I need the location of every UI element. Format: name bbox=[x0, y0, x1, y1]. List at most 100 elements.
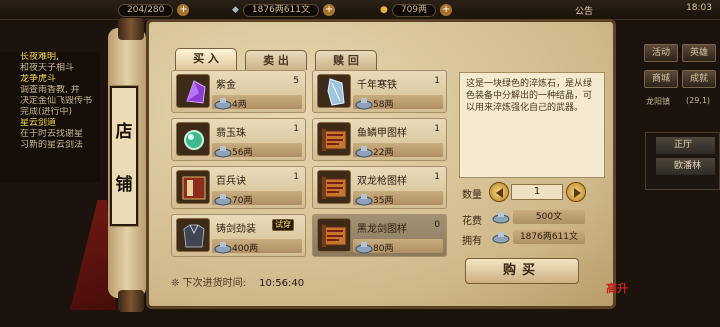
cost-label: 花费 bbox=[462, 216, 482, 227]
item-price: 35两 bbox=[373, 196, 394, 206]
item-name: 百兵诀 bbox=[216, 176, 246, 187]
quest-title: 长夜难明, bbox=[20, 52, 59, 62]
quantity-label: 数量 bbox=[462, 190, 482, 201]
hero-button[interactable]: 英雄 bbox=[682, 44, 716, 62]
quest-text: 在于时去找谢星 bbox=[20, 129, 84, 139]
seal-stamp: 高升 bbox=[606, 282, 628, 295]
quest-text: 习新的星云剑法 bbox=[20, 140, 84, 150]
cost-value: 500文 bbox=[513, 210, 585, 224]
item-price: 58两 bbox=[373, 100, 394, 110]
item-name: 千年寒铁 bbox=[357, 80, 397, 91]
restock-icon: ❊ bbox=[171, 278, 180, 289]
chevron-right-icon bbox=[574, 188, 581, 198]
shop-item[interactable]: 翡玉珠 1 56两 bbox=[171, 118, 306, 161]
shop-item[interactable]: 双龙枪图样 1 35两 bbox=[312, 166, 447, 209]
quantity-input[interactable]: 1 bbox=[511, 184, 563, 200]
sign-char-top: 店 bbox=[115, 122, 133, 142]
gold-value: 709两 bbox=[391, 3, 437, 17]
chevron-left-icon bbox=[496, 188, 503, 198]
shop-item[interactable]: 千年寒铁 1 58两 bbox=[312, 70, 447, 113]
quest-title: 星云剑道 bbox=[20, 118, 57, 128]
restock-label: 下次进货时间: bbox=[182, 278, 246, 289]
silver-coin-icon bbox=[355, 191, 373, 206]
item-grid: 紫金 5 4两 千年寒铁 1 58两 翡玉珠 1 56两 鱼鳞甲图样 1 22两 百兵诀 1 70两 双龙枪图… bbox=[171, 70, 449, 292]
quest-text: 调查雨香教, 并 bbox=[20, 85, 80, 95]
achievement-button[interactable]: 成就 bbox=[682, 70, 716, 88]
coin-icon: ◆ bbox=[232, 5, 239, 15]
item-price: 56两 bbox=[232, 148, 253, 158]
book-icon bbox=[176, 170, 210, 204]
add-silver-button[interactable]: + bbox=[323, 4, 336, 16]
buy-button[interactable]: 购买 bbox=[465, 258, 579, 284]
add-gold-button[interactable]: + bbox=[440, 4, 453, 16]
energy-stat: 204/280 + bbox=[118, 3, 190, 17]
tab-sell[interactable]: 卖 出 bbox=[245, 50, 307, 70]
item-count: 0 bbox=[434, 220, 440, 230]
tab-buy[interactable]: 买 入 bbox=[175, 48, 237, 70]
item-price: 22两 bbox=[373, 148, 394, 158]
sign-char-bottom: 铺 bbox=[115, 175, 133, 195]
silver-coin-icon bbox=[355, 239, 373, 254]
tab-redeem[interactable]: 赎 回 bbox=[315, 50, 377, 70]
location-item-main-hall[interactable]: 正厅 bbox=[656, 137, 715, 154]
top-hud bbox=[0, 0, 720, 20]
silver-coin-icon bbox=[214, 95, 232, 110]
quest-text: 完成(进行中) bbox=[20, 107, 73, 117]
silver-coin-icon bbox=[214, 143, 232, 158]
shop-item[interactable]: 黑龙剑图样 0 80两 bbox=[312, 214, 447, 257]
owned-value: 1876两611文 bbox=[513, 230, 585, 244]
ice-crystal-icon bbox=[317, 74, 351, 108]
item-name: 鱼鳞甲图样 bbox=[357, 128, 407, 139]
item-count: 1 bbox=[293, 124, 299, 134]
quest-text: 决定金仙飞毁传书 bbox=[20, 96, 93, 106]
item-count: 1 bbox=[434, 172, 440, 182]
location-item-forest[interactable]: 欧潘林 bbox=[656, 158, 715, 175]
item-count: 1 bbox=[434, 124, 440, 134]
quest-title: 龙争虎斗 bbox=[20, 74, 57, 84]
location-coords: (29,1) bbox=[686, 96, 711, 105]
shop-item[interactable]: 紫金 5 4两 bbox=[171, 70, 306, 113]
item-count: 1 bbox=[293, 172, 299, 182]
silver-coin-icon bbox=[355, 143, 373, 158]
gold-icon: ● bbox=[380, 5, 388, 15]
mall-button[interactable]: 商城 bbox=[644, 70, 678, 88]
silver-coin-icon bbox=[492, 212, 510, 224]
scroll-icon bbox=[317, 218, 351, 252]
item-description: 这是一块绿色的淬炼石，是从绿色装备中分解出的一种结晶，可以用来淬炼强化自己的武器… bbox=[459, 72, 605, 178]
silver-coin-icon bbox=[355, 95, 373, 110]
item-price: 80两 bbox=[373, 244, 394, 254]
jade-orb-icon bbox=[176, 122, 210, 156]
announcement-button[interactable]: 公告 bbox=[575, 4, 593, 17]
decrease-quantity-button[interactable] bbox=[489, 182, 509, 202]
gold-stat: ● 709两 + bbox=[380, 3, 453, 17]
owned-label: 拥有 bbox=[462, 236, 482, 247]
restock-time: 10:56:40 bbox=[259, 278, 305, 289]
item-name: 紫金 bbox=[216, 80, 236, 91]
increase-quantity-button[interactable] bbox=[566, 182, 586, 202]
shop-item[interactable]: 鱼鳞甲图样 1 22两 bbox=[312, 118, 447, 161]
scroll-rod-bottom bbox=[118, 290, 144, 312]
silver-coin-icon bbox=[214, 191, 232, 206]
try-on-tag[interactable]: 试穿 bbox=[272, 219, 294, 231]
shop-panel: 买 入 卖 出 赎 回 紫金 5 4两 千年寒铁 1 58两 翡玉珠 1 56两 鱼鳞甲图样 1 22… bbox=[146, 19, 616, 309]
silver-stat: ◆ 1876两611文 + bbox=[232, 3, 336, 17]
shop-item[interactable]: 铸剑劲装 试穿 400两 bbox=[171, 214, 306, 257]
silver-coin-icon bbox=[214, 239, 232, 254]
item-count: 1 bbox=[434, 76, 440, 86]
purple-crystal-icon bbox=[176, 74, 210, 108]
shop-item[interactable]: 百兵诀 1 70两 bbox=[171, 166, 306, 209]
add-energy-button[interactable]: + bbox=[177, 4, 190, 16]
activity-button[interactable]: 活动 bbox=[644, 44, 678, 62]
clock: 18:03 bbox=[686, 3, 712, 13]
location-list: 正厅 欧潘林 bbox=[645, 132, 720, 190]
scroll-rod-top bbox=[118, 18, 144, 40]
item-name: 铸剑劲装 bbox=[216, 224, 256, 235]
item-name: 黑龙剑图样 bbox=[357, 224, 407, 235]
scroll-icon bbox=[317, 122, 351, 156]
armor-icon bbox=[176, 218, 210, 252]
item-price: 70两 bbox=[232, 196, 253, 206]
quest-tracker[interactable]: 长夜难明, 和夜天子相斗 龙争虎斗 调查雨香教, 并决定金仙飞毁传书 完成(进行中) 星云… bbox=[0, 52, 100, 182]
location-name: 龙阳镇 bbox=[646, 97, 670, 106]
item-name: 双龙枪图样 bbox=[357, 176, 407, 187]
restock-timer: ❊ 下次进货时间: 10:56:40 bbox=[171, 274, 304, 289]
